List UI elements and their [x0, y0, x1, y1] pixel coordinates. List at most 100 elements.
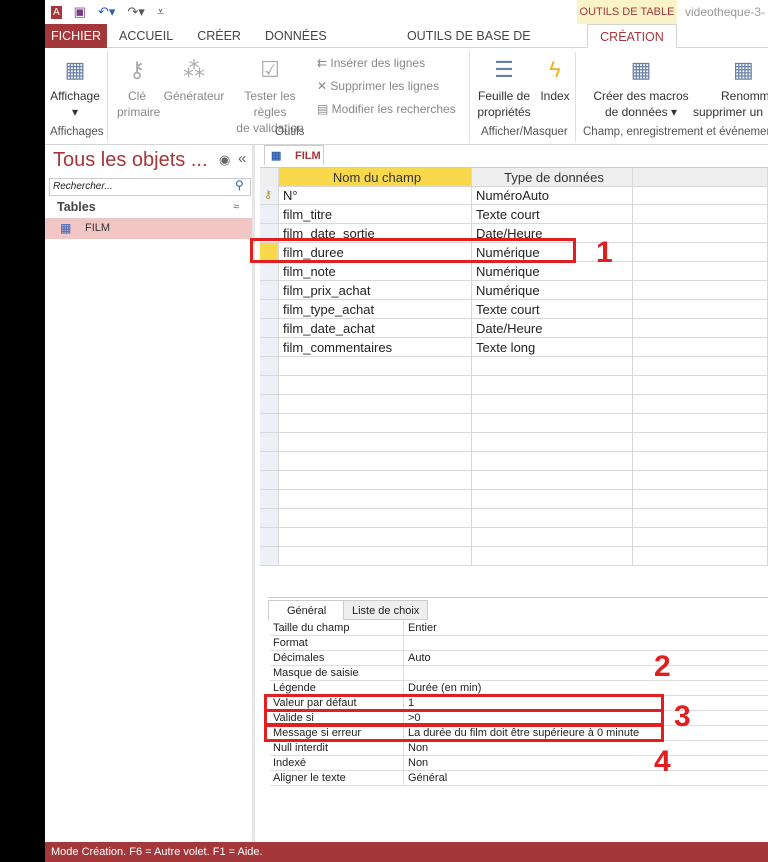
- modifier-recherches-button[interactable]: ▤ Modifier les recherches: [317, 102, 456, 116]
- row-selector[interactable]: [260, 357, 279, 376]
- data-type-cell[interactable]: [472, 452, 633, 471]
- description-cell[interactable]: [633, 205, 768, 224]
- property-value[interactable]: Auto: [405, 651, 431, 666]
- row-selector[interactable]: [260, 433, 279, 452]
- description-cell[interactable]: [633, 452, 768, 471]
- search-icon[interactable]: ⚲: [235, 178, 244, 192]
- row-selector[interactable]: [260, 509, 279, 528]
- data-type-cell[interactable]: Texte long: [472, 338, 633, 357]
- row-selector[interactable]: [260, 395, 279, 414]
- description-cell[interactable]: [633, 547, 768, 566]
- field-name-cell[interactable]: film_note: [279, 262, 472, 281]
- collapse-pane-icon[interactable]: «: [238, 150, 246, 167]
- description-cell[interactable]: [633, 433, 768, 452]
- row-selector[interactable]: [260, 452, 279, 471]
- affichage-button[interactable]: ▦ Affichage ▾: [49, 56, 101, 120]
- row-selector[interactable]: [260, 376, 279, 395]
- property-value[interactable]: Non: [405, 741, 428, 756]
- row-selector[interactable]: [260, 300, 279, 319]
- field-name-cell[interactable]: film_date_achat: [279, 319, 472, 338]
- supprimer-lignes-button[interactable]: ✕ Supprimer les lignes: [317, 79, 439, 93]
- renommer-macro-button[interactable]: ▦ Renomm supprimer un: [693, 56, 768, 120]
- index-button[interactable]: ϟ Index: [535, 56, 575, 104]
- field-name-cell[interactable]: film_type_achat: [279, 300, 472, 319]
- field-name-cell[interactable]: [279, 395, 472, 414]
- row-selector[interactable]: [260, 471, 279, 490]
- property-row[interactable]: Décimales Auto: [270, 651, 768, 666]
- data-type-cell[interactable]: Date/Heure: [472, 319, 633, 338]
- description-cell[interactable]: [633, 338, 768, 357]
- property-value[interactable]: Entier: [405, 621, 437, 636]
- row-selector[interactable]: [260, 319, 279, 338]
- row-selector[interactable]: [260, 414, 279, 433]
- row-selector[interactable]: [260, 205, 279, 224]
- row-selector[interactable]: [260, 528, 279, 547]
- data-type-cell[interactable]: [472, 395, 633, 414]
- creer-macros-button[interactable]: ▦ Créer des macros de données ▾: [593, 56, 689, 120]
- property-row[interactable]: Taille du champ Entier: [270, 621, 768, 636]
- property-row[interactable]: Aligner le texte Général: [270, 771, 768, 786]
- property-value[interactable]: Non: [405, 756, 428, 771]
- description-cell[interactable]: [633, 490, 768, 509]
- field-name-cell[interactable]: [279, 547, 472, 566]
- description-cell[interactable]: [633, 186, 768, 205]
- tab-fichier[interactable]: FICHIER: [45, 24, 107, 48]
- inserer-lignes-button[interactable]: ⇇ Insérer des lignes: [317, 56, 425, 70]
- field-name-cell[interactable]: N°: [279, 186, 472, 205]
- data-type-cell[interactable]: [472, 414, 633, 433]
- data-type-cell[interactable]: Numérique: [472, 281, 633, 300]
- tab-outils-bdd[interactable]: OUTILS DE BASE DE DONNÉES: [395, 24, 587, 67]
- data-type-cell[interactable]: [472, 528, 633, 547]
- row-selector[interactable]: ⚷: [260, 186, 279, 205]
- field-name-cell[interactable]: film_titre: [279, 205, 472, 224]
- tab-creation[interactable]: CRÉATION: [586, 24, 677, 48]
- field-name-cell[interactable]: film_prix_achat: [279, 281, 472, 300]
- description-cell[interactable]: [633, 414, 768, 433]
- generateur-button[interactable]: ⁂ Générateur: [163, 56, 225, 104]
- nav-menu-icon[interactable]: ◉: [219, 152, 230, 168]
- tab-general[interactable]: Général: [268, 600, 346, 620]
- tab-accueil[interactable]: ACCUEIL: [107, 24, 185, 48]
- row-selector[interactable]: [260, 281, 279, 300]
- data-type-cell[interactable]: [472, 471, 633, 490]
- property-row[interactable]: Null interdit Non: [270, 741, 768, 756]
- row-selector[interactable]: [260, 490, 279, 509]
- description-cell[interactable]: [633, 224, 768, 243]
- property-value[interactable]: Général: [405, 771, 447, 786]
- data-type-cell[interactable]: [472, 357, 633, 376]
- field-name-cell[interactable]: film_commentaires: [279, 338, 472, 357]
- description-cell[interactable]: [633, 300, 768, 319]
- description-cell[interactable]: [633, 357, 768, 376]
- description-cell[interactable]: [633, 243, 768, 262]
- nav-search-input[interactable]: Rechercher...: [49, 178, 251, 196]
- nav-title[interactable]: Tous les objets ...: [53, 149, 208, 172]
- description-cell[interactable]: [633, 262, 768, 281]
- field-name-cell[interactable]: [279, 490, 472, 509]
- tab-creer[interactable]: CRÉER: [185, 24, 253, 48]
- row-selector[interactable]: [260, 547, 279, 566]
- data-type-cell[interactable]: [472, 376, 633, 395]
- object-tab-film[interactable]: ▦ FILM: [264, 145, 324, 165]
- field-name-cell[interactable]: [279, 376, 472, 395]
- nav-item-film[interactable]: ▦ FILM: [45, 218, 252, 239]
- field-name-cell[interactable]: [279, 528, 472, 547]
- property-row[interactable]: Masque de saisie: [270, 666, 768, 681]
- description-cell[interactable]: [633, 395, 768, 414]
- data-type-cell[interactable]: [472, 509, 633, 528]
- data-type-cell[interactable]: Texte court: [472, 300, 633, 319]
- tester-regles-button[interactable]: ☑ Tester les règles de validation: [227, 56, 313, 136]
- field-name-cell[interactable]: [279, 471, 472, 490]
- description-cell[interactable]: [633, 281, 768, 300]
- description-cell[interactable]: [633, 376, 768, 395]
- description-cell[interactable]: [633, 471, 768, 490]
- data-type-cell[interactable]: [472, 433, 633, 452]
- feuille-proprietes-button[interactable]: ☰ Feuille de propriétés: [477, 56, 531, 120]
- collapse-section-icon[interactable]: ≈: [233, 201, 239, 213]
- description-cell[interactable]: [633, 528, 768, 547]
- description-cell[interactable]: [633, 319, 768, 338]
- data-type-cell[interactable]: Texte court: [472, 205, 633, 224]
- data-type-cell[interactable]: NuméroAuto: [472, 186, 633, 205]
- tables-section-header[interactable]: Tables: [57, 200, 96, 214]
- row-selector[interactable]: [260, 338, 279, 357]
- row-selector[interactable]: [260, 262, 279, 281]
